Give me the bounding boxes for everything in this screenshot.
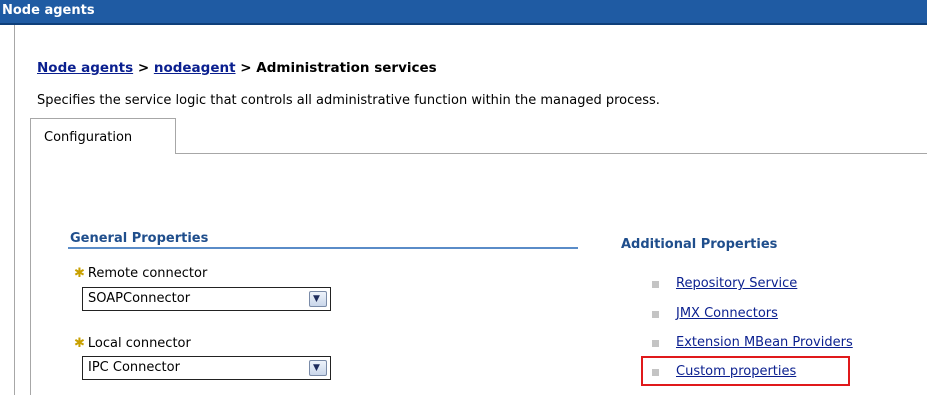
jmx-connectors-link[interactable]: JMX Connectors bbox=[676, 306, 778, 321]
breadcrumb-separator: > bbox=[133, 60, 154, 76]
square-bullet-icon bbox=[652, 340, 659, 347]
square-bullet-icon bbox=[652, 311, 659, 318]
local-connector-select[interactable]: IPC Connector ▼ bbox=[82, 356, 331, 380]
asterisk-icon: ✱ bbox=[74, 336, 85, 351]
local-connector-label: ✱ Local connector bbox=[74, 336, 191, 351]
square-bullet-icon bbox=[652, 281, 659, 288]
dropdown-button[interactable]: ▼ bbox=[309, 291, 327, 307]
page-header-title: Node agents bbox=[2, 3, 95, 18]
breadcrumb-separator: > bbox=[235, 60, 257, 76]
general-properties-heading: General Properties bbox=[70, 231, 209, 246]
remote-connector-select[interactable]: SOAPConnector ▼ bbox=[82, 287, 331, 311]
select-value: IPC Connector bbox=[88, 360, 180, 375]
highlight-box bbox=[641, 356, 850, 386]
repository-service-link[interactable]: Repository Service bbox=[676, 276, 797, 291]
breadcrumb: Node agents > nodeagent > Administration… bbox=[37, 60, 437, 76]
additional-properties-heading: Additional Properties bbox=[621, 237, 778, 252]
breadcrumb-link-node-agents[interactable]: Node agents bbox=[37, 60, 133, 76]
tab-label: Configuration bbox=[44, 130, 133, 145]
extension-mbean-providers-link[interactable]: Extension MBean Providers bbox=[676, 335, 853, 350]
remote-connector-label: ✱ Remote connector bbox=[74, 266, 208, 281]
breadcrumb-current: Administration services bbox=[256, 60, 437, 76]
dropdown-button[interactable]: ▼ bbox=[309, 360, 327, 376]
panel-border bbox=[30, 153, 31, 395]
asterisk-icon: ✱ bbox=[74, 266, 85, 281]
title-bar: Node agents bbox=[0, 0, 927, 25]
section-divider bbox=[68, 247, 578, 249]
chevron-down-icon: ▼ bbox=[313, 294, 320, 304]
page-description: Specifies the service logic that control… bbox=[37, 93, 660, 108]
breadcrumb-link-nodeagent[interactable]: nodeagent bbox=[154, 60, 236, 76]
select-value: SOAPConnector bbox=[88, 291, 191, 306]
chevron-down-icon: ▼ bbox=[313, 363, 320, 373]
tab-configuration[interactable]: Configuration bbox=[30, 118, 176, 154]
